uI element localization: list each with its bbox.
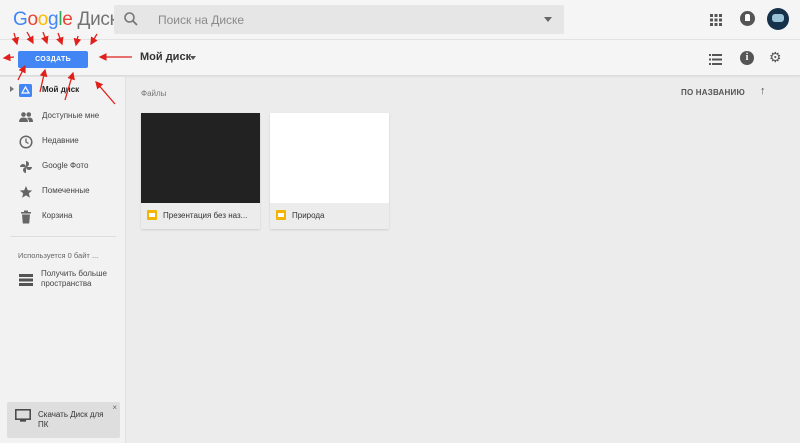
info-icon[interactable]: i: [740, 51, 754, 65]
get-more-storage-link[interactable]: Получить больше пространства: [0, 267, 126, 297]
file-caption[interactable]: Презентация без наз...: [141, 203, 260, 229]
google-drive-logo[interactable]: Google Диск: [13, 9, 118, 31]
sidebar: Мой диск Доступные мне Недавние Google Ф…: [0, 77, 126, 443]
avatar[interactable]: [767, 8, 789, 30]
file-name: Природа: [292, 211, 325, 220]
star-icon: [19, 185, 33, 199]
trash-icon: [19, 210, 33, 224]
files-section-label: Файлы: [141, 89, 167, 98]
list-view-icon[interactable]: [709, 52, 722, 70]
top-bar: Google Диск: [0, 0, 800, 40]
chevron-down-icon[interactable]: [190, 56, 196, 60]
file-name: Презентация без наз...: [163, 211, 248, 220]
sidebar-item-label: Корзина: [42, 211, 73, 220]
sidebar-item-label: Доступные мне: [42, 111, 100, 120]
download-drive-banner[interactable]: Скачать Диск для ПК ×: [7, 402, 120, 438]
sort-direction-arrow-icon[interactable]: ↑: [760, 85, 766, 97]
sidebar-item-label: Помеченные: [42, 186, 90, 195]
file-thumbnail[interactable]: [141, 113, 260, 203]
file-caption[interactable]: Природа: [270, 203, 389, 229]
slides-icon: [276, 210, 286, 220]
create-button[interactable]: СОЗДАТЬ: [18, 51, 88, 68]
get-more-storage-label: Получить больше пространства: [41, 269, 107, 288]
search-options-dropdown-icon[interactable]: [544, 17, 552, 22]
sidebar-item-trash[interactable]: Корзина: [0, 205, 126, 229]
storage-icon: [19, 273, 33, 291]
sidebar-item-google-photos[interactable]: Google Фото: [0, 155, 126, 179]
drive-icon: [19, 84, 33, 98]
sidebar-item-label: Google Фото: [42, 161, 89, 170]
sidebar-item-my-drive[interactable]: Мой диск: [0, 79, 126, 103]
divider: [10, 236, 116, 237]
download-drive-label: Скачать Диск для ПК: [38, 410, 104, 429]
notifications-bell-icon[interactable]: [740, 11, 755, 26]
people-icon: [19, 110, 33, 124]
sidebar-item-label: Недавние: [42, 136, 79, 145]
logo-letter: g: [48, 9, 59, 30]
sidebar-item-shared-with-me[interactable]: Доступные мне: [0, 105, 126, 129]
file-thumbnail[interactable]: [270, 113, 389, 203]
logo-letter: o: [37, 9, 49, 30]
sidebar-item-label: Мой диск: [42, 85, 80, 94]
slides-icon: [147, 210, 157, 220]
search-box[interactable]: [114, 5, 564, 34]
product-name: Диск: [77, 9, 118, 30]
sort-by-name-button[interactable]: ПО НАЗВАНИЮ: [681, 88, 745, 97]
logo-letter: G: [13, 9, 28, 30]
storage-usage-text: Используется 0 байт ...: [18, 251, 99, 260]
sidebar-item-recent[interactable]: Недавние: [0, 130, 126, 154]
search-icon[interactable]: [123, 11, 139, 32]
clock-icon: [19, 135, 33, 149]
monitor-icon: [15, 409, 31, 428]
photos-icon: [19, 160, 33, 174]
logo-letter: e: [62, 9, 73, 30]
close-icon[interactable]: ×: [112, 403, 117, 412]
file-card[interactable]: Природа: [270, 113, 389, 229]
logo-letter: o: [27, 9, 38, 30]
apps-grid-icon[interactable]: [710, 13, 722, 31]
gear-icon[interactable]: ⚙: [769, 50, 782, 64]
search-input[interactable]: [158, 5, 538, 34]
my-drive-menu-title[interactable]: Мой диск: [140, 51, 191, 63]
sidebar-item-starred[interactable]: Помеченные: [0, 180, 126, 204]
toolbar: СОЗДАТЬ Мой диск i ⚙: [0, 40, 800, 76]
file-card[interactable]: Презентация без наз...: [141, 113, 260, 229]
